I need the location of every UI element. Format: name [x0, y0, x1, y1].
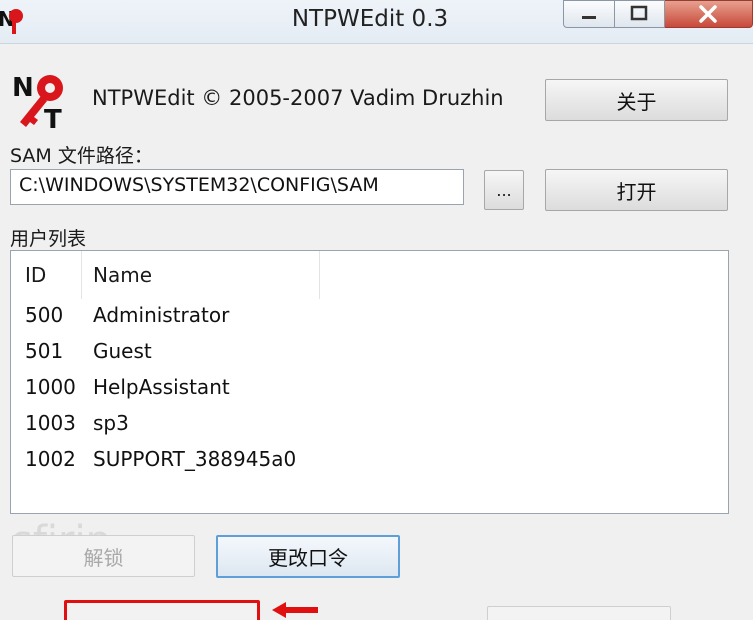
exit-button[interactable]	[487, 606, 671, 620]
column-header-name[interactable]: Name	[93, 263, 152, 287]
user-list-label: 用户列表	[10, 228, 87, 250]
table-row[interactable]: 1003 sp3	[11, 407, 728, 441]
user-name: HelpAssistant	[93, 375, 230, 399]
table-row[interactable]: 501 Guest	[11, 335, 728, 369]
user-name: sp3	[93, 411, 129, 435]
user-list[interactable]: ID Name 500 Administrator 501 Guest 1000…	[10, 250, 729, 514]
minimize-icon	[582, 16, 596, 19]
user-name: Guest	[93, 339, 152, 363]
user-list-header: ID Name	[11, 251, 728, 299]
user-id: 1003	[25, 411, 76, 435]
user-id: 501	[25, 339, 64, 363]
user-id: 1000	[25, 375, 76, 399]
column-header-id[interactable]: ID	[25, 263, 46, 287]
about-button[interactable]: 关于	[545, 79, 728, 121]
table-row[interactable]: 1002 SUPPORT_388945a0	[11, 443, 728, 477]
column-divider[interactable]	[319, 251, 320, 299]
ntpwedit-key-logo-icon: N T	[12, 73, 63, 132]
app-icon: N	[0, 7, 23, 34]
user-id: 1002	[25, 447, 76, 471]
close-button[interactable]	[665, 0, 753, 28]
arrow-icon	[272, 602, 318, 618]
open-button[interactable]: 打开	[545, 169, 728, 211]
maximize-button[interactable]	[615, 0, 665, 28]
maximize-icon	[630, 5, 648, 21]
save-changes-button[interactable]	[64, 600, 260, 620]
unlock-button[interactable]: 解锁	[12, 535, 195, 577]
minimize-button[interactable]	[563, 0, 615, 28]
sam-path-label: SAM 文件路径：	[10, 145, 153, 167]
svg-text:T: T	[44, 105, 62, 132]
svg-text:N: N	[12, 73, 34, 103]
user-name: Administrator	[93, 303, 230, 327]
table-row[interactable]: 1000 HelpAssistant	[11, 371, 728, 405]
browse-button[interactable]: ...	[484, 170, 524, 210]
copyright-text: NTPWEdit © 2005-2007 Vadim Druzhin	[92, 86, 504, 110]
title-bar: N NTPWEdit 0.3	[0, 0, 753, 44]
column-divider[interactable]	[81, 251, 82, 299]
sam-path-input[interactable]: C:\WINDOWS\SYSTEM32\CONFIG\SAM	[10, 169, 464, 205]
window-title: NTPWEdit 0.3	[291, 6, 449, 32]
user-id: 500	[25, 303, 64, 327]
table-row[interactable]: 500 Administrator	[11, 299, 728, 333]
close-icon	[699, 5, 717, 23]
user-name: SUPPORT_388945a0	[93, 447, 297, 471]
change-password-button[interactable]: 更改口令	[216, 535, 400, 578]
